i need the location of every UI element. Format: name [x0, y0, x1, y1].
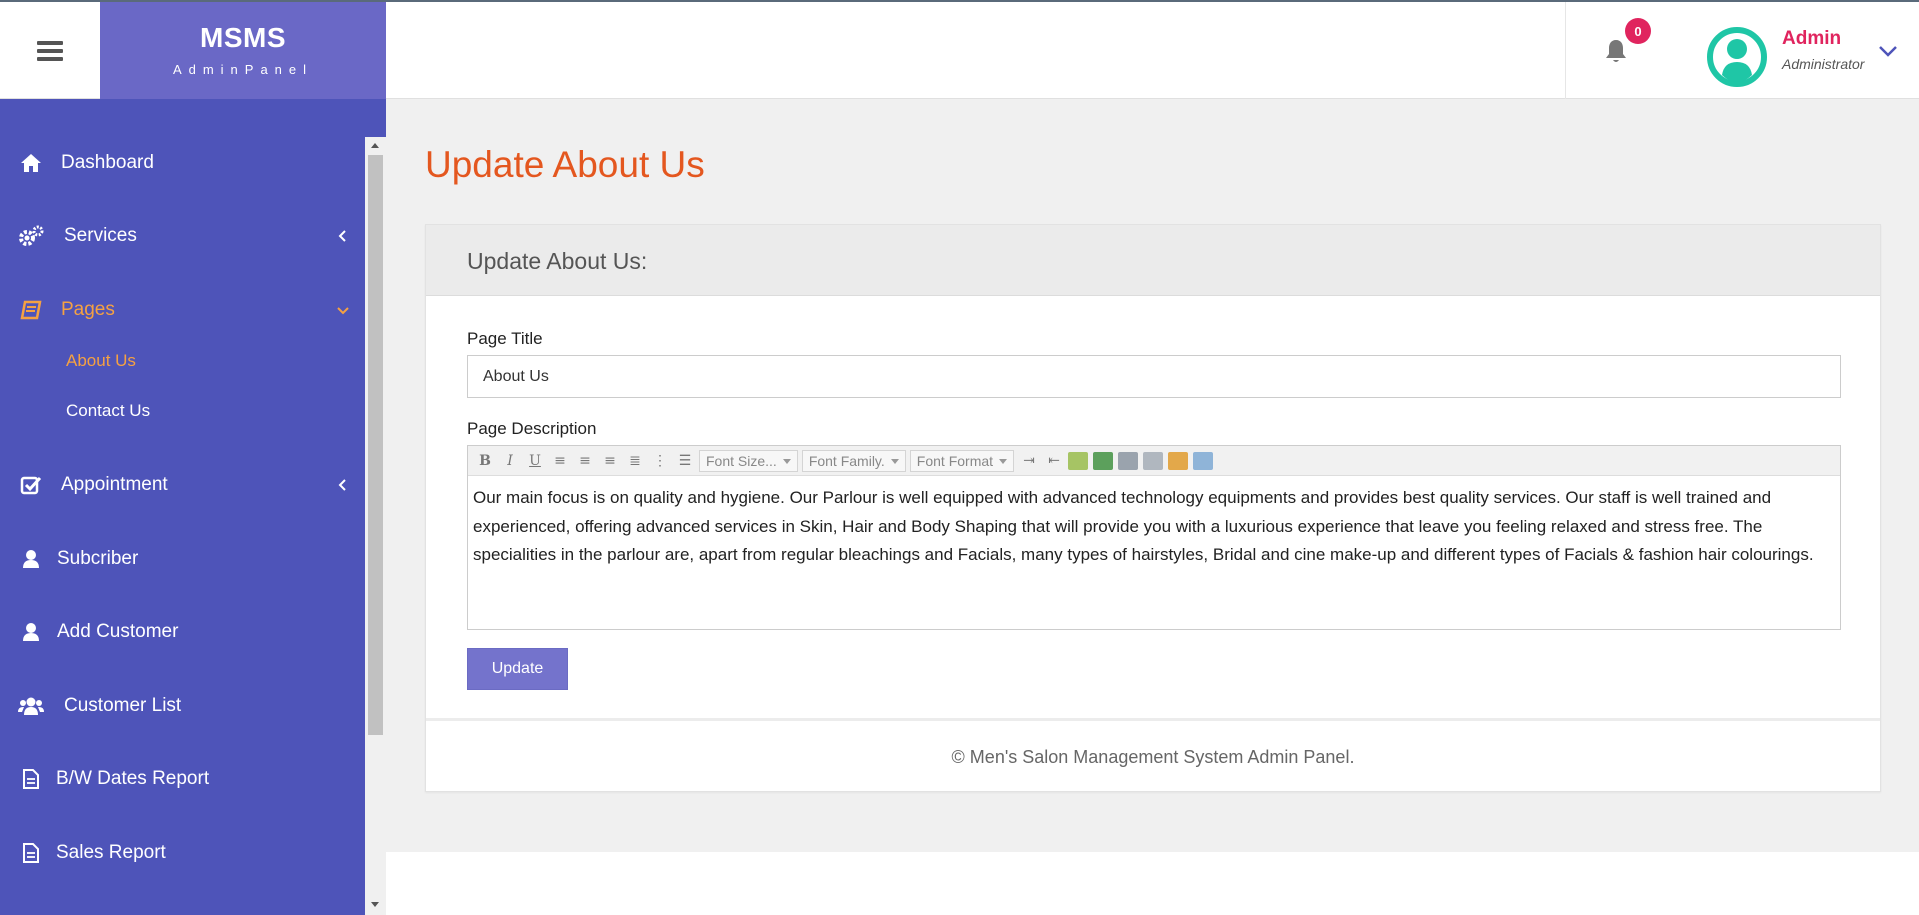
unlink-icon[interactable] [1143, 451, 1164, 470]
update-button[interactable]: Update [467, 648, 568, 690]
check-square-icon [18, 473, 44, 497]
file-icon [18, 767, 44, 791]
scroll-up-icon[interactable] [371, 143, 379, 148]
gears-icon [18, 224, 44, 248]
source-view-icon[interactable] [1193, 451, 1214, 470]
unordered-list-button[interactable]: ☰ [674, 450, 696, 472]
sidebar-item-dashboard[interactable]: Dashboard [0, 143, 365, 183]
sidebar-item-customer-list[interactable]: Customer List [0, 686, 365, 726]
chevron-down-icon[interactable] [1878, 44, 1898, 58]
sidebar-item-pages[interactable]: Pages [0, 290, 365, 330]
header-divider [1565, 2, 1566, 99]
page-title-input[interactable] [467, 355, 1841, 398]
notification-badge: 0 [1625, 18, 1651, 44]
insert-image-icon[interactable] [1093, 451, 1114, 470]
bell-icon[interactable] [1604, 38, 1628, 64]
italic-button[interactable]: I [499, 450, 521, 472]
hamburger-icon [37, 37, 63, 65]
sidebar-item-label: Services [64, 225, 137, 246]
page-description-label: Page Description [467, 419, 597, 438]
sidebar-item-bw-dates-report[interactable]: B/W Dates Report [0, 759, 365, 799]
align-left-button[interactable]: ≡ [549, 450, 571, 472]
page-bottom-area [386, 852, 1919, 915]
brand[interactable]: MSMS AdminPanel [100, 2, 386, 99]
brand-name: MSMS [200, 22, 286, 53]
sidebar: Dashboard Services Pages About Us Contac… [0, 99, 386, 915]
users-icon [18, 694, 44, 718]
font-family-select[interactable]: Font Family. [801, 449, 906, 472]
bold-button[interactable]: B [474, 450, 496, 472]
outdent-button[interactable]: ⇤ [1043, 450, 1065, 472]
sidebar-subitem-contact-us[interactable]: Contact Us [66, 401, 150, 421]
panel-header: Update About Us: [426, 225, 1880, 296]
home-icon [18, 151, 44, 175]
sidebar-subitem-about-us[interactable]: About Us [66, 351, 136, 371]
footer-copyright: © Men's Salon Management System Admin Pa… [951, 746, 1355, 767]
sidebar-item-label: Sales Report [56, 842, 166, 863]
page-title: Update About Us [425, 144, 705, 185]
scroll-down-icon[interactable] [371, 902, 379, 907]
brand-subtitle: AdminPanel [172, 62, 314, 77]
user-icon [18, 547, 44, 571]
font-size-select[interactable]: Font Size... [699, 449, 798, 472]
sidebar-item-label: Pages [61, 299, 115, 320]
file-icon [18, 841, 44, 865]
ordered-list-button[interactable]: ⋮ [649, 450, 671, 472]
about-us-form-panel: Update About Us: Page Title Page Descrip… [425, 224, 1881, 792]
avatar-icon[interactable] [1706, 20, 1768, 94]
sidebar-item-add-customer[interactable]: Add Customer [0, 612, 365, 652]
panel-footer: © Men's Salon Management System Admin Pa… [426, 718, 1880, 793]
rich-text-editor[interactable]: B I U ≡ ≡ ≡ ≣ ⋮ ☰ Font Size... Font Fami… [467, 445, 1841, 630]
sidebar-item-label: B/W Dates Report [56, 768, 210, 789]
chevron-left-icon [338, 230, 346, 242]
chevron-down-icon [337, 307, 349, 315]
chevron-left-icon [338, 479, 346, 491]
font-format-select[interactable]: Font Format [909, 449, 1015, 472]
editor-toolbar: B I U ≡ ≡ ≡ ≣ ⋮ ☰ Font Size... Font Fami… [468, 446, 1840, 476]
sidebar-item-label: Appointment [61, 474, 168, 495]
page-title-label: Page Title [467, 329, 543, 348]
scrollbar-thumb[interactable] [368, 155, 383, 735]
indent-button[interactable]: ⇥ [1018, 450, 1040, 472]
sidebar-item-label: Subcriber [57, 548, 139, 569]
user-name[interactable]: Admin [1782, 28, 1841, 50]
sidebar-item-services[interactable]: Services [0, 216, 365, 256]
underline-button[interactable]: U [524, 450, 546, 472]
top-bar: MSMS AdminPanel 0 Admin Administrator [0, 0, 1919, 99]
editor-content[interactable]: Our main focus is on quality and hygiene… [473, 484, 1835, 570]
align-right-button[interactable]: ≡ [599, 450, 621, 472]
user-role: Administrator [1782, 56, 1865, 72]
sidebar-item-label: Add Customer [57, 621, 179, 642]
book-icon [18, 298, 44, 322]
sidebar-item-sales-report[interactable]: Sales Report [0, 833, 365, 873]
color-picker-icon[interactable] [1168, 451, 1189, 470]
sidebar-item-appointment[interactable]: Appointment [0, 465, 365, 505]
menu-toggle-button[interactable] [0, 2, 100, 99]
edit-html-icon[interactable] [1068, 451, 1089, 470]
align-center-button[interactable]: ≡ [574, 450, 596, 472]
user-icon [18, 620, 44, 644]
link-icon[interactable] [1118, 451, 1139, 470]
sidebar-item-label: Dashboard [61, 152, 154, 173]
justify-button[interactable]: ≣ [624, 450, 646, 472]
sidebar-item-label: Customer List [64, 695, 182, 716]
sidebar-scrollbar[interactable] [365, 137, 386, 915]
panel-title: Update About Us: [467, 248, 648, 274]
sidebar-item-subscriber[interactable]: Subcriber [0, 539, 365, 579]
